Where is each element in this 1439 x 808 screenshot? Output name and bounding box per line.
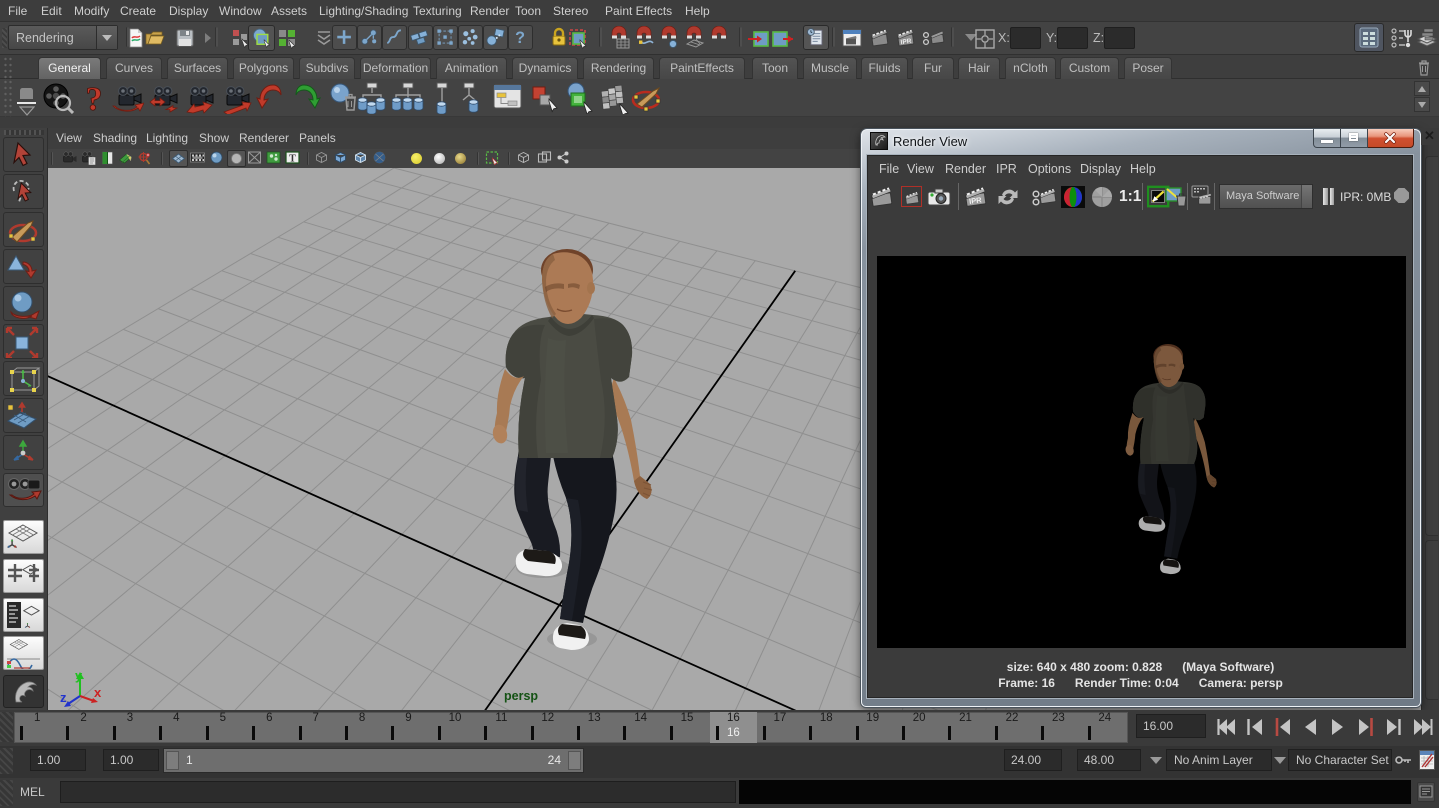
svg-text:persp: persp [504, 689, 538, 703]
svg-text:IPR: IPR [900, 38, 912, 46]
svg-text:y: y [75, 668, 83, 683]
svg-text:T: T [289, 154, 296, 165]
svg-text:?: ? [515, 29, 525, 47]
svg-text:x: x [94, 685, 102, 700]
svg-text:?: ? [86, 82, 103, 114]
svg-text:z: z [60, 690, 67, 705]
svg-text:IPR: IPR [969, 195, 983, 206]
